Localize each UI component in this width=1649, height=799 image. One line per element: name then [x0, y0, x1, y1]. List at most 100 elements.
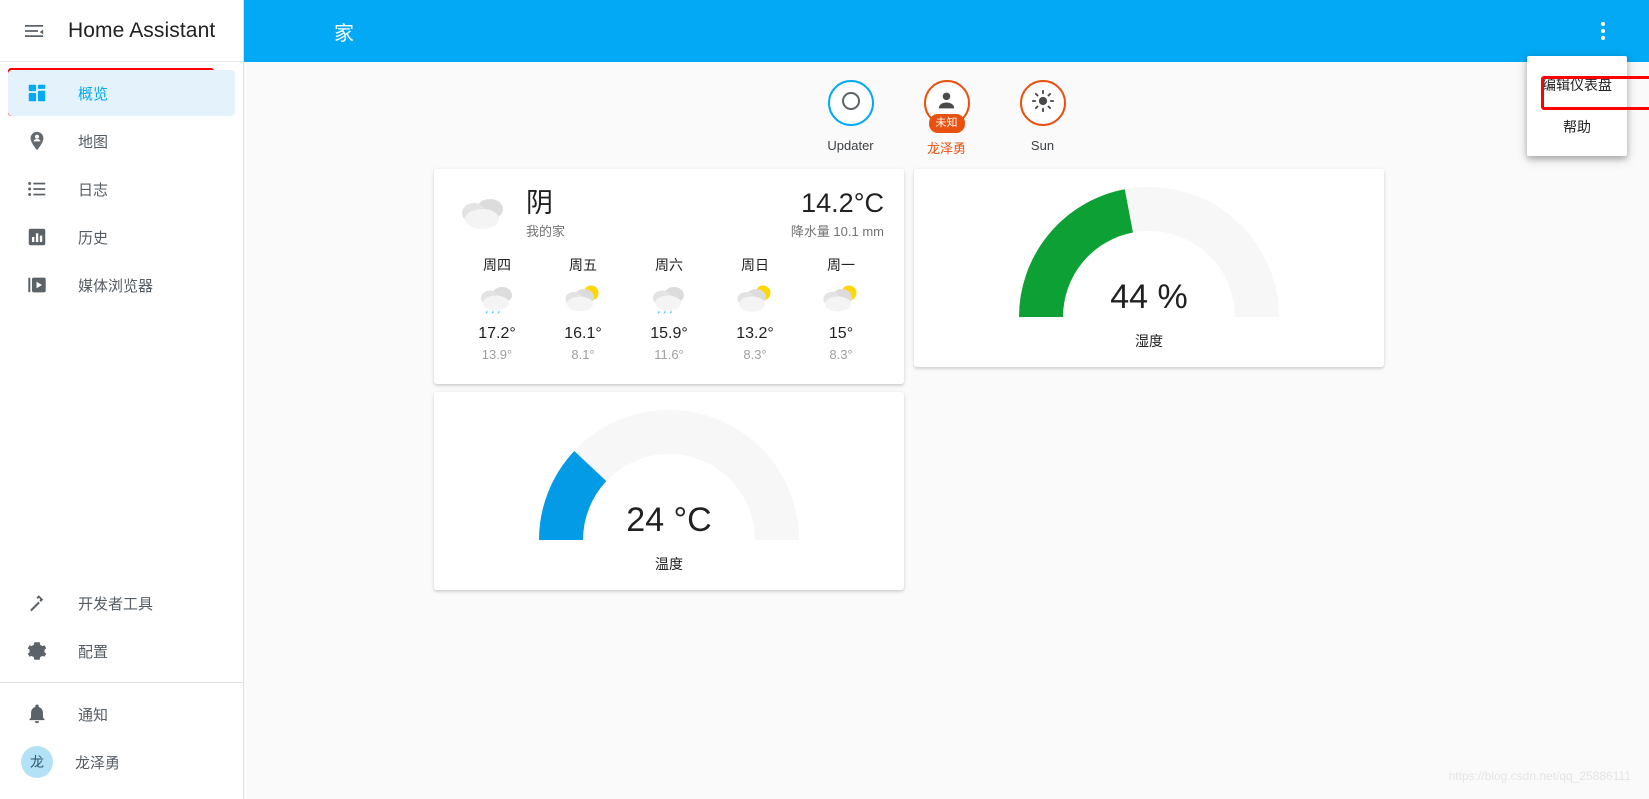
weather-rainy-icon [646, 281, 692, 321]
sidebar-item-media-browser[interactable]: 媒体浏览器 [8, 262, 235, 308]
forecast-day: 周五 16.1° 8.1° [540, 255, 626, 362]
weather-partly-cloudy-icon [818, 281, 864, 321]
weather-sunny-icon [1030, 88, 1056, 119]
weather-forecast: 周四 17.2° 13.9° 周五 16.1° 8.1° 周六 15.9° 11… [434, 249, 904, 384]
format-list-bulleted-icon [24, 176, 50, 202]
forecast-day: 周一 15° 8.3° [798, 255, 884, 362]
sidebar-title: Home Assistant [68, 18, 216, 42]
forecast-high: 15° [828, 325, 854, 342]
sidebar-item-history[interactable]: 历史 [8, 214, 235, 260]
badge-label: Updater [827, 138, 874, 153]
dot [1601, 36, 1605, 40]
sidebar-bottom: 开发者工具 配置 通知 龙 龙泽勇 [0, 580, 243, 799]
map-marker-account-icon [24, 128, 50, 154]
weather-state: 阴 我的家 [526, 187, 791, 240]
sidebar-item-notifications[interactable]: 通知 [8, 691, 235, 737]
sidebar-header: Home Assistant [0, 0, 243, 62]
forecast-day: 周四 17.2° 13.9° [454, 255, 540, 362]
gauge-card-humidity[interactable]: 44 % 湿度 [914, 169, 1384, 367]
sidebar-item-label: 开发者工具 [78, 595, 154, 613]
sidebar-item-developer-tools[interactable]: 开发者工具 [8, 580, 235, 626]
forecast-high: 17.2° [478, 325, 516, 342]
chart-box-icon [24, 224, 50, 250]
circle-outline-icon [839, 89, 863, 118]
sidebar-item-label: 地图 [78, 133, 109, 151]
status-badge: 未知 [928, 114, 965, 133]
sidebar-item-label: 媒体浏览器 [78, 277, 154, 295]
menu-item-help[interactable]: 帮助 [1527, 106, 1627, 148]
sidebar-item-label: 通知 [78, 706, 109, 724]
page-title: 家 [334, 22, 354, 45]
gauge-temperature: 24 °C [539, 410, 799, 546]
avatar: 龙 [21, 746, 53, 778]
badge-updater[interactable]: Updater [814, 80, 888, 157]
weather-condition: 阴 [526, 188, 553, 218]
sidebar-item-label: 龙泽勇 [75, 754, 121, 772]
forecast-low: 8.1° [571, 347, 595, 362]
forecast-day-name: 周日 [741, 257, 769, 273]
forecast-high: 13.2° [736, 325, 774, 342]
card-column-right: 44 % 湿度 [914, 169, 1384, 590]
weather-temperature: 14.2°C [801, 188, 884, 218]
weather-partly-cloudy-icon [732, 281, 778, 321]
gauge-card-temperature[interactable]: 24 °C 温度 [434, 392, 904, 590]
forecast-day-name: 周五 [569, 257, 597, 273]
forecast-day-name: 周六 [655, 257, 683, 273]
weather-cloudy-icon [454, 187, 512, 245]
hammer-wrench-icon [24, 590, 50, 616]
sidebar-item-user-profile[interactable]: 龙 龙泽勇 [8, 739, 235, 785]
forecast-day-name: 周四 [483, 257, 511, 273]
overflow-menu[interactable]: 编辑仪表盘 帮助 [1527, 56, 1649, 156]
badge-circle [1019, 80, 1066, 126]
sidebar-item-overview[interactable]: 概览 [8, 70, 235, 116]
weather-partly-cloudy-icon [560, 281, 606, 321]
sidebar-divider [0, 682, 243, 683]
badge-sun[interactable]: Sun [1006, 80, 1080, 157]
badge-person[interactable]: 未知 龙泽勇 [910, 80, 984, 157]
sidebar: Home Assistant 概览 地图 日志 历史 媒体浏览器 开发者工具 配… [0, 0, 244, 799]
badge-label: Sun [1030, 138, 1055, 153]
sidebar-item-label: 配置 [78, 643, 109, 661]
forecast-low: 13.9° [481, 347, 513, 362]
gauge-label: 湿度 [1135, 333, 1163, 349]
sidebar-nav: 概览 地图 日志 历史 媒体浏览器 [0, 62, 243, 580]
sidebar-item-configuration[interactable]: 配置 [8, 628, 235, 674]
card-grid: 阴 我的家 14.2°C 降水量 10.1 mm 周四 17.2° 13.9° … [244, 157, 1649, 590]
top-app-bar: 家 [244, 0, 1649, 62]
sidebar-item-label: 概览 [78, 85, 109, 103]
dots-vertical-icon[interactable] [1581, 9, 1625, 53]
weather-precipitation: 降水量 10.1 mm [790, 224, 884, 240]
forecast-day: 周日 13.2° 8.3° [712, 255, 798, 362]
watermark: https://blog.csdn.net/qq_25886111 [1448, 769, 1631, 783]
sidebar-item-label: 日志 [78, 181, 109, 199]
gauge-label: 温度 [655, 556, 683, 572]
sidebar-item-logbook[interactable]: 日志 [8, 166, 235, 212]
card-column-left: 阴 我的家 14.2°C 降水量 10.1 mm 周四 17.2° 13.9° … [434, 169, 904, 590]
forecast-low: 11.6° [654, 347, 684, 362]
weather-readings: 14.2°C 降水量 10.1 mm [791, 187, 884, 240]
cog-icon [24, 638, 50, 664]
menu-collapse-icon[interactable] [14, 11, 54, 51]
forecast-day: 周六 15.9° 11.6° [626, 255, 712, 362]
sidebar-item-map[interactable]: 地图 [8, 118, 235, 164]
weather-card[interactable]: 阴 我的家 14.2°C 降水量 10.1 mm 周四 17.2° 13.9° … [434, 169, 904, 384]
bell-icon [24, 701, 50, 727]
weather-rainy-icon [474, 281, 520, 321]
dashboard-content: Updater 未知 龙泽勇 Sun 阴 我的家 14.2°C 降水量 10.1… [244, 62, 1649, 799]
menu-item-edit-dashboard[interactable]: 编辑仪表盘 [1527, 64, 1627, 106]
forecast-high: 15.9° [650, 325, 688, 342]
home-assistant-app: Home Assistant 概览 地图 日志 历史 媒体浏览器 开发者工具 配… [0, 0, 1649, 799]
view-dashboard-icon [24, 80, 50, 106]
forecast-low: 8.3° [829, 347, 853, 362]
badge-circle [827, 80, 874, 126]
gauge-value: 44 % [1110, 278, 1188, 316]
dot [1601, 29, 1605, 33]
sidebar-item-label: 历史 [78, 229, 109, 247]
forecast-day-name: 周一 [827, 257, 855, 273]
gauge-value: 24 °C [626, 501, 712, 539]
weather-location: 我的家 [526, 224, 566, 240]
forecast-low: 8.3° [743, 347, 767, 362]
badge-circle: 未知 [923, 80, 970, 133]
badge-row: Updater 未知 龙泽勇 Sun [244, 62, 1649, 157]
gauge-humidity: 44 % [1019, 187, 1279, 323]
